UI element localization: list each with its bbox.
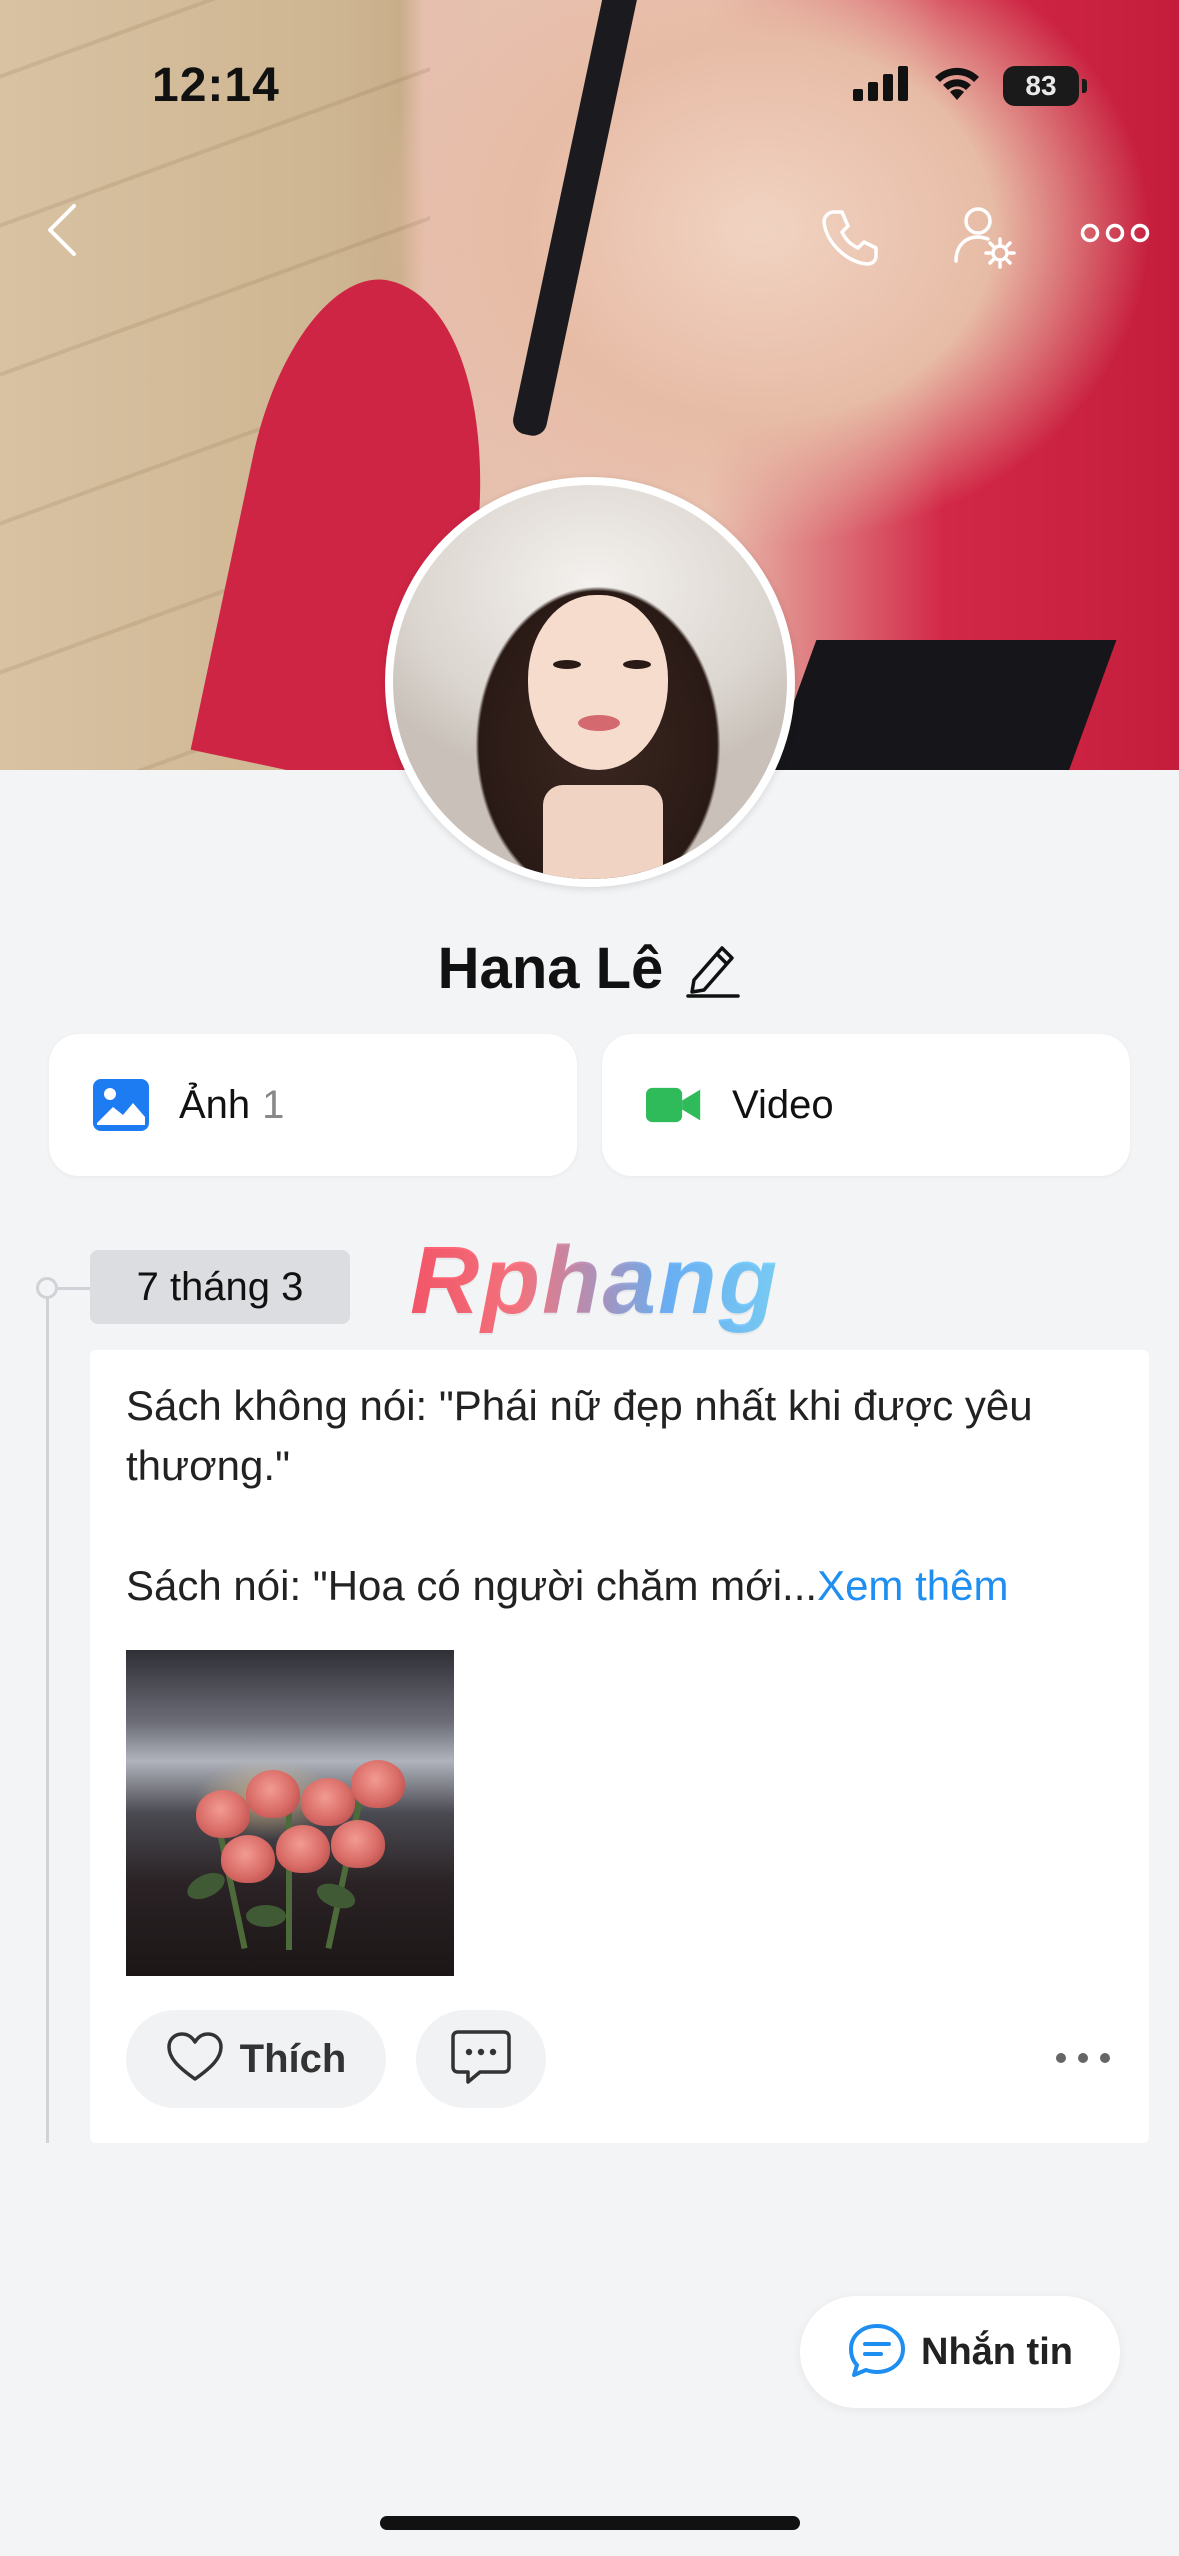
watermark-logo: Rphang <box>410 1227 780 1334</box>
photos-button[interactable]: Ảnh 1 <box>49 1034 577 1176</box>
avatar-lips <box>578 715 620 731</box>
video-camera-icon <box>646 1077 702 1133</box>
see-more-link[interactable]: Xem thêm <box>817 1562 1008 1609</box>
heart-icon <box>166 2031 224 2088</box>
signal-icon <box>853 65 911 106</box>
rose <box>196 1790 250 1838</box>
back-button[interactable] <box>30 200 94 264</box>
timeline-dot <box>36 1277 58 1299</box>
status-indicators: 83 <box>853 64 1087 107</box>
timeline-tick <box>58 1287 90 1290</box>
avatar-neck <box>543 785 663 879</box>
rose-leaf <box>246 1905 286 1927</box>
status-time: 12:14 <box>152 59 280 112</box>
photos-count: 1 <box>262 1082 285 1127</box>
post-card: Sách không nói: "Phái nữ đẹp nhất khi đư… <box>90 1350 1149 2143</box>
cover-black-top <box>743 640 1117 770</box>
more-horizontal-icon <box>1080 222 1150 249</box>
status-bar: 12:14 83 <box>0 0 1179 150</box>
photos-label: Ảnh <box>179 1082 251 1127</box>
avatar-face <box>528 595 668 770</box>
post-text-truncated: Sách nói: "Hoa có người chăm mới... <box>126 1562 818 1609</box>
message-button[interactable]: Nhắn tin <box>800 2296 1120 2408</box>
avatar-eye <box>623 660 651 669</box>
user-settings-icon <box>950 201 1020 276</box>
rose <box>331 1820 385 1868</box>
videos-label: Video <box>732 1082 834 1127</box>
profile-name-row: Hana Lê <box>0 935 1179 1002</box>
post-text[interactable]: Sách không nói: "Phái nữ đẹp nhất khi đư… <box>126 1376 1126 1616</box>
rose <box>221 1835 275 1883</box>
wifi-icon <box>931 64 983 107</box>
profile-name: Hana Lê <box>437 936 664 1001</box>
more-options-button[interactable] <box>1075 200 1155 270</box>
rose <box>301 1778 355 1826</box>
post-text-line: Sách không nói: "Phái nữ đẹp nhất khi đư… <box>126 1382 1033 1489</box>
post-date: 7 tháng 3 <box>90 1250 350 1324</box>
like-label: Thích <box>239 2036 347 2081</box>
comment-icon <box>450 2029 512 2090</box>
rose <box>246 1770 300 1818</box>
post-more-button[interactable] <box>1053 2040 1113 2080</box>
post-image[interactable] <box>126 1650 454 1976</box>
profile-settings-button[interactable] <box>945 198 1025 278</box>
comment-button[interactable] <box>416 2010 546 2108</box>
message-label: Nhắn tin <box>921 2330 1073 2373</box>
avatar-eye <box>553 660 581 669</box>
photo-icon <box>93 1077 149 1133</box>
battery-icon: 83 <box>1003 65 1087 106</box>
videos-button[interactable]: Video <box>602 1034 1130 1176</box>
home-indicator[interactable] <box>380 2516 800 2530</box>
more-horizontal-icon <box>1055 2051 1111 2069</box>
avatar[interactable] <box>385 477 795 887</box>
rose-leaf <box>183 1867 229 1905</box>
edit-name-button[interactable] <box>685 939 741 999</box>
phone-icon <box>818 206 882 275</box>
rose <box>351 1760 405 1808</box>
like-button[interactable]: Thích <box>126 2010 386 2108</box>
rose <box>276 1825 330 1873</box>
chat-bubble-icon <box>847 2322 907 2383</box>
call-button[interactable] <box>810 200 890 280</box>
post-text-line: Sách nói: "Hoa có người chăm mới...Xem t… <box>126 1556 1126 1616</box>
back-chevron-icon <box>42 202 82 263</box>
timeline-line <box>46 1288 49 2143</box>
pencil-icon <box>686 945 741 998</box>
